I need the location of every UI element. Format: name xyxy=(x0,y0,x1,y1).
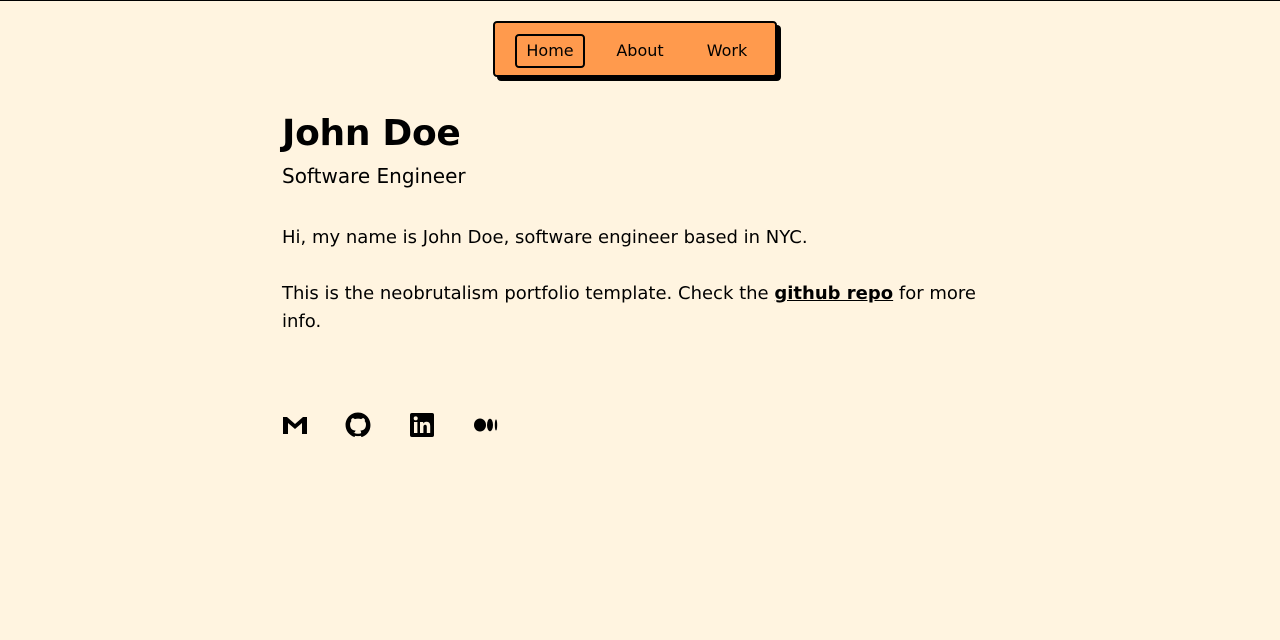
gmail-icon[interactable] xyxy=(282,412,308,438)
medium-icon[interactable] xyxy=(473,412,499,438)
profile-title: Software Engineer xyxy=(282,164,466,188)
top-border xyxy=(0,0,1280,1)
bio-intro: Hi, my name is John Doe, software engine… xyxy=(282,227,808,248)
nav-home-link[interactable]: Home xyxy=(515,34,585,68)
main-nav: Home About Work xyxy=(493,21,777,77)
github-repo-link[interactable]: github repo xyxy=(774,283,893,304)
nav-work-link[interactable]: Work xyxy=(701,34,753,68)
profile-name: John Doe xyxy=(282,113,461,154)
main-content: John Doe Software Engineer Hi, my name i… xyxy=(282,110,998,364)
github-icon[interactable] xyxy=(345,412,371,438)
bio-template-prefix: This is the neobrutalism portfolio templ… xyxy=(282,283,775,304)
bio-template: This is the neobrutalism portfolio templ… xyxy=(282,280,998,336)
linkedin-icon[interactable] xyxy=(409,412,435,438)
nav-about-link[interactable]: About xyxy=(611,34,669,68)
bio: Hi, my name is John Doe, software engine… xyxy=(282,224,998,336)
